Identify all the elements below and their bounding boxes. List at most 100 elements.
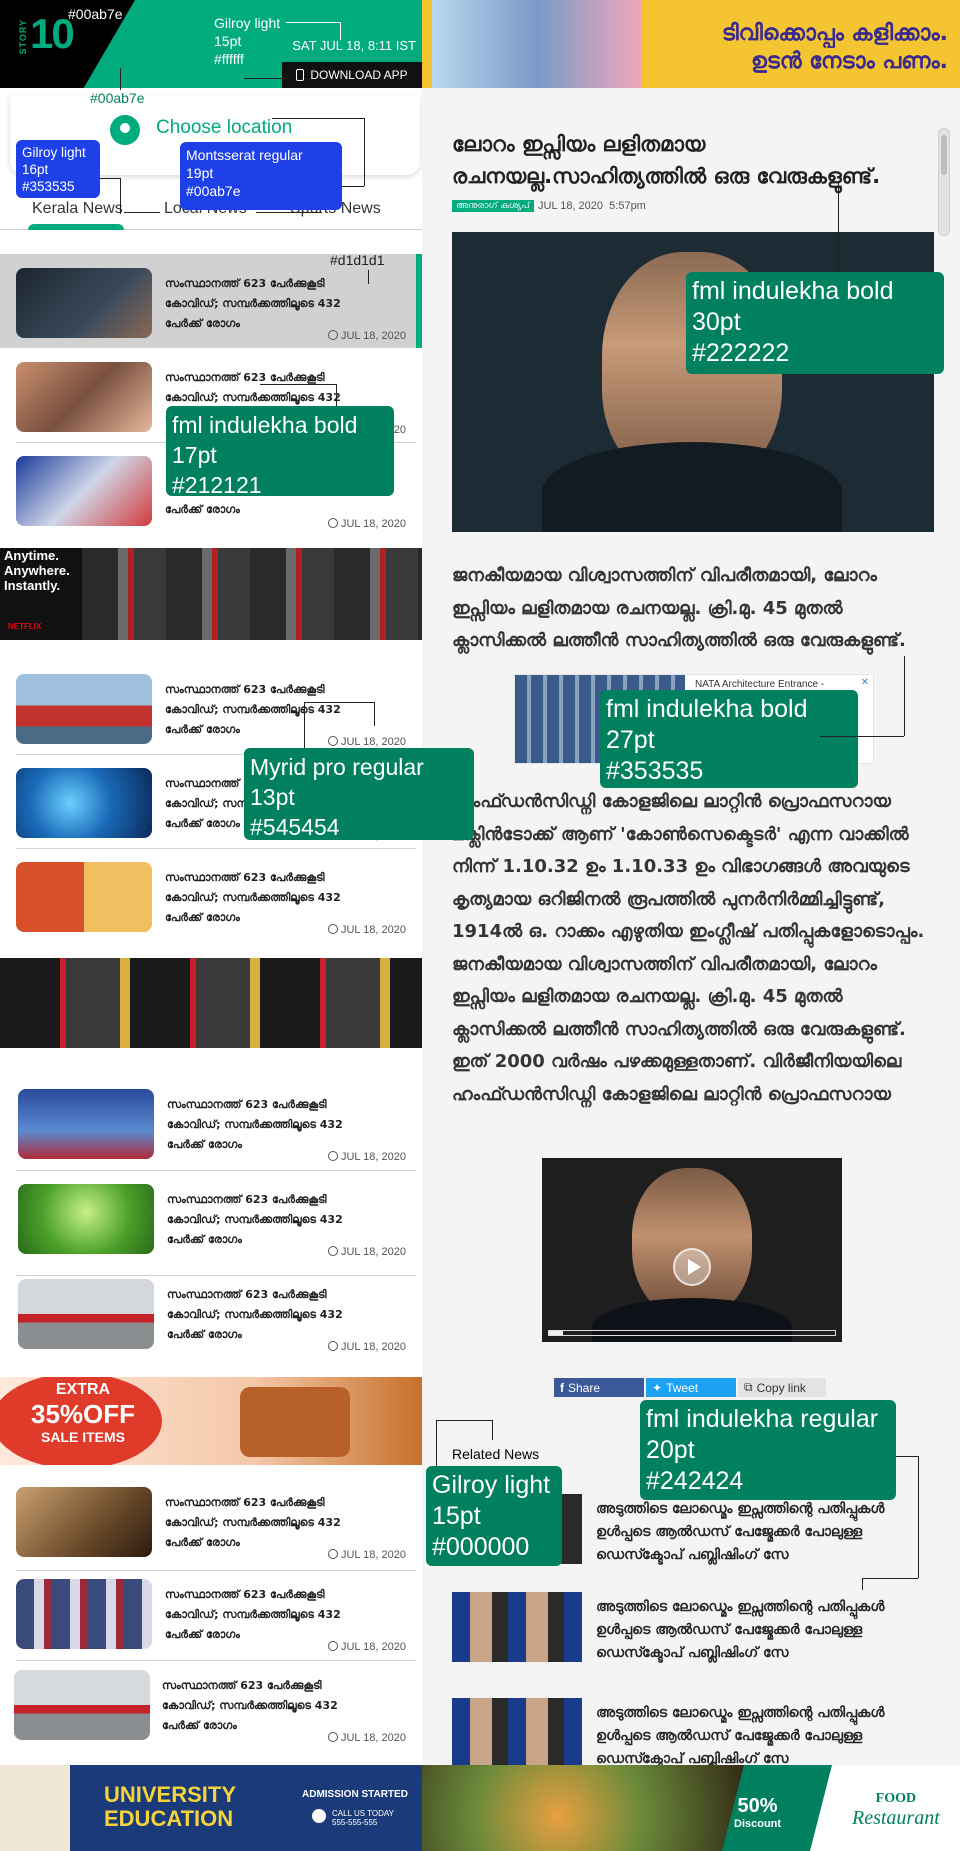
- ad-close-icon[interactable]: ✕: [861, 677, 869, 688]
- scrollbar-thumb[interactable]: [941, 135, 947, 175]
- related-title: അടുത്തിടെ ലോഡ്മെം ഇപ്സത്തിന്റെ പതിപ്പുകൾ…: [596, 1705, 885, 1767]
- news-item[interactable]: സംസ്ഥാനത്ത് 623 പേർക്കുകൂടി കോവിഡ്; സമ്പ…: [0, 1473, 422, 1567]
- clock-icon: [327, 1341, 338, 1351]
- news-item[interactable]: സംസ്ഥാനത്ത് 623 പേർക്കുകൂടി കോവിഡ്; സമ്പ…: [0, 1170, 422, 1264]
- annotation-article-title-font: fml indulekha bold 30pt #222222: [686, 272, 944, 374]
- download-app-button[interactable]: DOWNLOAD APP: [282, 62, 422, 88]
- news-item[interactable]: സംസ്ഥാനത്ത് 623 പേർക്കുകൂടി കോവിഡ്; സമ്പ…: [0, 1075, 422, 1169]
- logo-side-text: STORY: [18, 19, 28, 55]
- food-label: FOOD: [875, 1791, 917, 1806]
- video-player[interactable]: [542, 1158, 842, 1342]
- annotation-leader: [368, 270, 369, 284]
- news-item[interactable]: സംസ്ഥാനത്ത് 623 പേർക്കുകൂടി കോവിഡ്; സമ്പ…: [0, 1565, 422, 1659]
- clock-icon: [327, 1246, 338, 1256]
- clock-icon: [327, 1549, 338, 1559]
- annotation-leader: [436, 1420, 492, 1421]
- ann-line: #212121: [172, 472, 262, 498]
- hero-suit: [542, 442, 842, 532]
- news-thumbnail: [14, 1670, 150, 1740]
- news-date-text: JUL 18, 2020: [340, 924, 406, 936]
- annotation-leader: [124, 212, 160, 213]
- ann-line: fml indulekha regular: [646, 1405, 879, 1433]
- annotation-divider-color: #d1d1d1: [330, 252, 385, 268]
- news-date: JUL 18, 2020: [327, 1246, 406, 1258]
- netflix-logo: NETFLIX: [8, 622, 42, 631]
- ann-line: 16pt: [22, 162, 49, 177]
- university-ad-title: UNIVERSITY EDUCATION: [104, 1783, 236, 1831]
- annotation-tabs-font: Gilroy light 16pt #353535: [16, 140, 100, 198]
- food-ad-banner[interactable]: 50% Discount FOOD Restaurant: [422, 1765, 960, 1851]
- news-date-text: JUL 18, 2020: [340, 1641, 406, 1653]
- news-date-text: JUL 18, 2020: [340, 1732, 406, 1744]
- related-title: അടുത്തിടെ ലോഡ്മെം ഇപ്സത്തിന്റെ പതിപ്പുകൾ…: [596, 1599, 885, 1661]
- ann-line: 19pt: [186, 165, 214, 181]
- admission-started: ADMISSION STARTED: [302, 1789, 408, 1800]
- tweet-button[interactable]: ✦ Tweet: [646, 1378, 736, 1397]
- play-icon[interactable]: [673, 1248, 711, 1286]
- discount-label: Discount: [734, 1818, 782, 1830]
- news-date: JUL 18, 2020: [327, 1732, 406, 1744]
- netflix-line-3: Instantly.: [4, 578, 61, 593]
- sale-ad-banner[interactable]: EXTRA 35%OFF SALE ITEMS: [0, 1377, 422, 1465]
- twitter-icon: ✦: [652, 1380, 663, 1395]
- ann-line: #353535: [606, 757, 704, 785]
- related-news-item[interactable]: അടുത്തിടെ ലോഡ്മെം ഇപ്സത്തിന്റെ പതിപ്പുകൾ…: [452, 1592, 952, 1666]
- ann-line: 27pt: [606, 726, 655, 754]
- clock-icon: [327, 736, 338, 746]
- series-ad-banner[interactable]: [0, 958, 422, 1048]
- news-title: സംസ്ഥാനത്ത് 623 പേർക്കുകൂടി കോവിഡ്; സമ്പ…: [167, 1288, 343, 1341]
- news-date-text: JUL 18, 2020: [340, 1151, 406, 1163]
- annotation-header-color: #00ab7e: [68, 6, 123, 22]
- annotation-leader: [120, 68, 121, 90]
- ann-line: #00ab7e: [186, 183, 241, 199]
- related-thumbnail: [452, 1698, 582, 1768]
- news-date: JUL 18, 2020: [327, 1341, 406, 1353]
- netflix-ad-banner[interactable]: Anytime. Anywhere. Instantly. NETFLIX: [0, 548, 422, 640]
- annotation-leader: [304, 702, 305, 748]
- call-us: CALL US TODAY 555-555-555: [332, 1809, 394, 1827]
- netflix-line-2: Anywhere.: [4, 563, 70, 578]
- video-progress-bar[interactable]: [548, 1330, 836, 1336]
- phone-icon: [296, 69, 305, 81]
- news-title: സംസ്ഥാനത്ത് 623 പേർക്കുകൂടി കോവിഡ്; സമ്പ…: [165, 277, 341, 330]
- facebook-share-button[interactable]: f Share: [554, 1378, 644, 1397]
- ann-line: Gilroy light: [214, 15, 281, 31]
- copy-icon: ⧉: [744, 1380, 753, 1394]
- ann-line: #000000: [432, 1533, 530, 1561]
- scrollbar[interactable]: [938, 128, 950, 236]
- facebook-icon: f: [560, 1380, 564, 1395]
- news-thumbnail: [18, 1279, 154, 1349]
- active-tab-indicator: [28, 224, 124, 230]
- copy-link-button[interactable]: ⧉ Copy link: [738, 1378, 826, 1397]
- location-pin-icon[interactable]: [110, 115, 140, 145]
- news-date: JUL 18, 2020: [327, 924, 406, 936]
- university-ad-banner[interactable]: UNIVERSITY EDUCATION ADMISSION STARTED C…: [0, 1765, 422, 1851]
- news-date: JUL 18, 2020: [327, 1549, 406, 1561]
- news-thumbnail: [16, 456, 152, 526]
- article-date-text: JUL 18, 2020: [538, 200, 604, 212]
- news-title: സംസ്ഥാനത്ത് 623 പേർക്കുകൂടി കോവിഡ്; സമ്പ…: [162, 1679, 338, 1732]
- ann-line: #353535: [22, 179, 75, 194]
- video-face: [632, 1168, 752, 1318]
- top-ad-banner[interactable]: ടിവിക്കൊപ്പം കളിക്കാം. ഉടൻ നേടാം പണം.: [422, 0, 960, 88]
- ann-line: 17pt: [172, 442, 217, 468]
- related-news-item[interactable]: അടുത്തിടെ ലോഡ്മെം ഇപ്സത്തിന്റെ പതിപ്പുകൾ…: [452, 1698, 952, 1772]
- news-item[interactable]: സംസ്ഥാനത്ത് 623 പേർക്കുകൂടി കോവിഡ്; സമ്പ…: [0, 1265, 422, 1359]
- annotation-leader: [436, 1420, 437, 1466]
- news-item[interactable]: സംസ്ഥാനത്ത് 623 പേർക്കുകൂടി കോവിഡ്; സമ്പ…: [0, 848, 422, 942]
- news-item[interactable]: സംസ്ഥാനത്ത് 623 പേർക്കുകൂടി കോവിഡ്; സമ്പ…: [0, 1656, 422, 1750]
- news-date-text: JUL 18, 2020: [340, 330, 406, 342]
- news-thumbnail: [16, 1579, 152, 1649]
- choose-location-link[interactable]: Choose location: [156, 117, 292, 139]
- top-ad-line-2: ഉടൻ നേടാം പണം.: [750, 49, 948, 74]
- news-date-text: JUL 18, 2020: [340, 1246, 406, 1258]
- news-thumbnail: [18, 1184, 154, 1254]
- author-badge[interactable]: അനുരാഗ് കശ്യപ്: [452, 200, 534, 212]
- ann-line: fml indulekha bold: [692, 277, 894, 305]
- news-item[interactable]: സംസ്ഥാനത്ത് 623 പേർക്കുകൂടി കോവിഡ്; സമ്പ…: [0, 660, 422, 754]
- top-ad-text: ടിവിക്കൊപ്പം കളിക്കാം. ഉടൻ നേടാം പണം.: [722, 20, 948, 76]
- logo[interactable]: STORY10: [18, 10, 75, 58]
- tab-kerala-news[interactable]: Kerala News: [32, 200, 123, 218]
- annotation-leader: [256, 212, 322, 213]
- annotation-leader: [304, 702, 374, 703]
